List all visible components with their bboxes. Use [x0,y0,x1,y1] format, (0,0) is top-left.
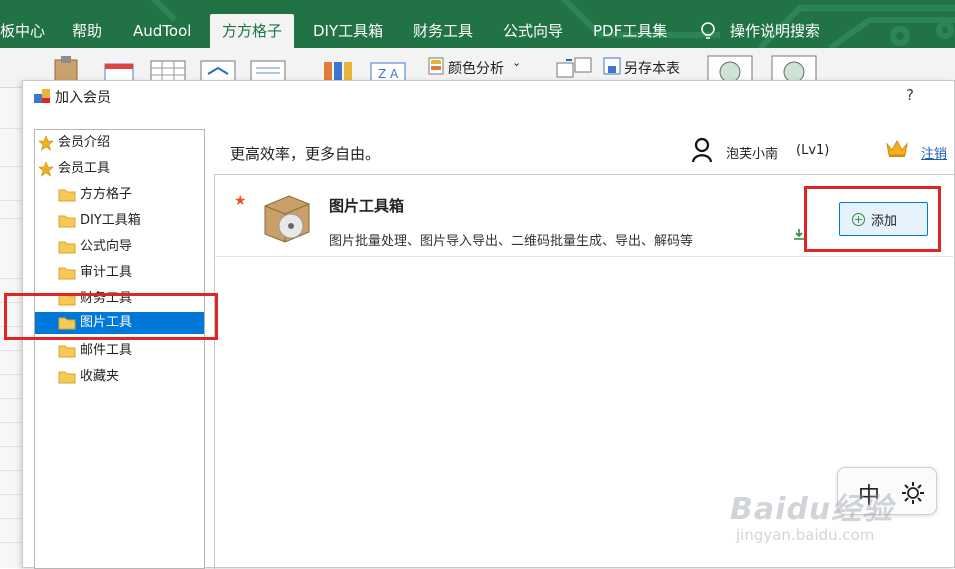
color-analysis-dropdown-icon[interactable]: ⌄ [512,56,521,69]
user-level: (Lv1) [796,143,830,158]
tree-item-diy-toolbox[interactable]: DIY工具箱 [58,210,203,232]
logout-link[interactable]: 注销 [921,143,947,162]
highlight-box-image-tools [4,293,218,340]
tell-me-search[interactable]: 操作说明搜索 [730,14,820,48]
folder-icon [58,241,76,253]
dialog-title: 加入会员 [55,90,111,106]
tab-finance-tools[interactable]: 财务工具 [413,14,473,48]
tab-board-center[interactable]: 板中心 [0,14,45,48]
tree-item-label: DIY工具箱 [80,213,141,228]
tree-item-formula-wizard[interactable]: 公式向导 [58,236,203,258]
tab-fangfang[interactable]: 方方格子 [210,14,295,48]
user-name: 泡芙小南 [726,147,779,162]
category-tree: 会员介绍 会员工具 方方格子 DIY工具箱 公式向导 审计工具 财务工具 图片工… [34,129,205,569]
slogan-text: 更高效率，更多自由。 [230,145,381,163]
star-icon [38,160,54,177]
color-analysis-icon [428,57,444,75]
color-analysis-button[interactable]: 颜色分析 [448,58,504,78]
tab-audtool[interactable]: AudTool [133,14,191,48]
tree-item-member-intro[interactable]: 会员介绍 [38,132,203,154]
tool-description: 图片批量处理、图片导入导出、二维码批量生成、导出、解码等 [329,234,694,249]
tree-item-label: 公式向导 [80,239,133,254]
tree-item-label: 会员工具 [58,161,111,176]
tab-pdf-tools[interactable]: PDF工具集 [593,14,667,48]
folder-icon [58,215,76,227]
highlight-box-add-button [804,186,941,252]
app-icon [34,89,50,103]
tree-item-label: 邮件工具 [80,343,133,358]
folder-icon [58,189,76,201]
tree-item-label: 审计工具 [80,265,133,280]
ime-toolbar: 中 [837,467,937,515]
ime-mode-toggle[interactable]: 中 [858,478,880,510]
tree-item-mail-tools[interactable]: 邮件工具 [58,340,203,362]
tab-help[interactable]: 帮助 [72,14,102,48]
svg-text:Z A: Z A [378,67,399,81]
ribbon-tab-bar: 板中心 帮助 AudTool 方方格子 DIY工具箱 财务工具 公式向导 PDF… [0,0,955,48]
tree-item-fangfang[interactable]: 方方格子 [58,184,203,206]
tree-item-member-tools[interactable]: 会员工具 [38,158,203,180]
user-icon [691,137,713,163]
folder-icon [58,371,76,383]
tree-item-label: 收藏夹 [80,369,120,384]
tree-item-favorites[interactable]: 收藏夹 [58,366,203,388]
recommend-star-icon: ★ [234,193,247,209]
folder-icon [58,345,76,357]
crown-icon [886,139,908,157]
gear-icon[interactable] [900,480,926,506]
tree-item-label: 会员介绍 [58,135,111,150]
tree-item-audit-tools[interactable]: 审计工具 [58,262,203,284]
star-icon [38,134,54,151]
save-as-sheet-icon [603,57,621,75]
save-as-sheet-button[interactable]: 另存本表 [624,58,680,78]
image-toolbox-icon [264,195,310,243]
help-button[interactable]: ? [906,86,914,104]
tool-name: 图片工具箱 [329,197,405,215]
tree-item-label: 方方格子 [80,187,133,202]
transfer-icon[interactable] [556,57,592,79]
tab-formula-wizard[interactable]: 公式向导 [503,14,563,48]
lightbulb-icon [701,22,715,39]
tab-diy-toolbox[interactable]: DIY工具箱 [313,14,383,48]
folder-icon [58,267,76,279]
